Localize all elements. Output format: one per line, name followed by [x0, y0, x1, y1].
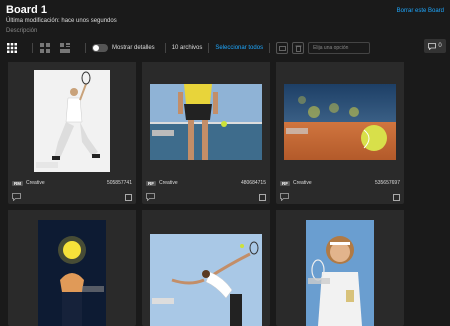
license-badge: RF [146, 180, 156, 186]
board-header: Board 1 Última modificación: hace unos s… [6, 4, 446, 34]
asset-actions [12, 192, 132, 202]
comment-icon[interactable] [146, 193, 155, 201]
asset-card[interactable]: RM Creative 505857741 [8, 62, 136, 204]
grid-medium-view-icon[interactable] [39, 42, 51, 54]
separator [164, 43, 166, 53]
asset-card[interactable] [8, 210, 136, 326]
asset-meta: RM Creative 505857741 [12, 178, 132, 188]
delete-board-link[interactable]: Borrar este Board [397, 8, 444, 14]
select-all-link[interactable]: Seleccionar todos [215, 45, 263, 51]
asset-image[interactable] [142, 210, 270, 326]
asset-image[interactable] [276, 62, 404, 174]
license-badge: RM [12, 180, 23, 186]
board-title: Board 1 [6, 4, 47, 16]
select-checkbox[interactable] [393, 193, 400, 201]
comment-icon[interactable] [12, 193, 21, 201]
move-icon[interactable] [276, 42, 289, 54]
comments-button[interactable]: 0 [424, 39, 446, 53]
asset-image[interactable] [142, 62, 270, 174]
asset-id: 505857741 [106, 180, 132, 186]
board-description[interactable]: Descripción [6, 28, 446, 34]
asset-meta: RF Creative 535657697 [280, 178, 400, 188]
show-details-toggle[interactable] [92, 44, 108, 52]
license-type: Creative [159, 180, 178, 186]
asset-actions [146, 192, 266, 202]
tennis-balls-photo [284, 84, 396, 160]
last-modified: Última modificación: hace unos segundos [6, 18, 117, 24]
license-type: Creative [293, 180, 312, 186]
glowing-ball-photo [58, 236, 104, 326]
separator [269, 43, 271, 53]
action-select[interactable]: Elija una opción [308, 42, 371, 54]
select-checkbox[interactable] [259, 193, 266, 201]
grid-large-view-icon[interactable] [6, 42, 18, 54]
separator [85, 43, 86, 53]
toolbar: Mostrar detalles 10 archivos Seleccionar… [6, 40, 446, 56]
license-badge: RF [280, 180, 290, 186]
asset-card[interactable] [142, 210, 270, 326]
trash-icon[interactable] [292, 42, 305, 54]
asset-card[interactable] [276, 210, 404, 326]
comment-icon [428, 42, 437, 50]
comment-icon[interactable] [280, 193, 289, 201]
mosaic-view-icon[interactable] [59, 42, 71, 54]
show-details-label: Mostrar detalles [112, 45, 155, 51]
license-type: Creative [26, 180, 45, 186]
comment-count: 0 [438, 43, 442, 49]
asset-card[interactable]: RF Creative 480684715 [142, 62, 270, 204]
player-serving-photo [150, 234, 262, 326]
select-checkbox[interactable] [125, 193, 132, 201]
asset-meta: RF Creative 480684715 [146, 178, 266, 188]
asset-image[interactable] [8, 210, 136, 326]
asset-id: 535657697 [374, 180, 400, 186]
file-count: 10 archivos [171, 45, 203, 51]
tennis-player-photo [36, 71, 100, 168]
smiling-player-photo [306, 220, 374, 326]
tennis-court-photo [150, 84, 262, 160]
separator [208, 43, 210, 53]
asset-card[interactable]: RF Creative 535657697 [276, 62, 404, 204]
asset-image[interactable] [276, 210, 404, 326]
action-select-placeholder: Elija una opción [313, 45, 349, 51]
separator [32, 43, 33, 53]
asset-actions [280, 192, 400, 202]
asset-image[interactable] [8, 62, 136, 174]
asset-id: 480684715 [240, 180, 266, 186]
